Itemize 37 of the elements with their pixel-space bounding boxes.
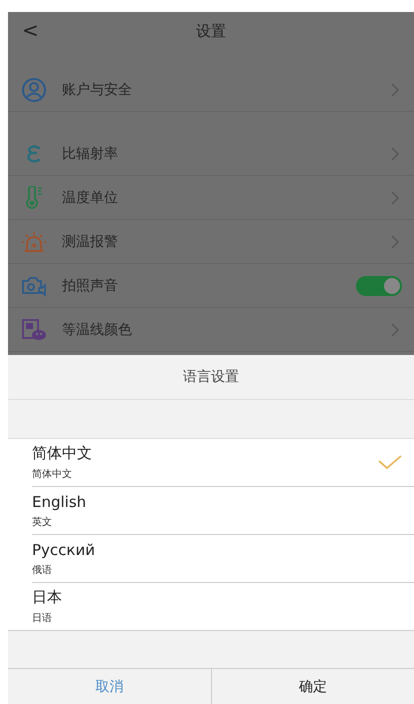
- page-title: 设置: [196, 22, 226, 40]
- language-option[interactable]: Русский 俄语: [32, 535, 414, 583]
- language-name: 日本: [32, 588, 62, 607]
- row-label: 账户与安全: [62, 80, 133, 98]
- language-option[interactable]: English 英文: [32, 487, 414, 535]
- language-subtitle: 简体中文: [32, 468, 72, 481]
- palette-icon: [21, 318, 47, 342]
- row-label: 温度单位: [62, 188, 119, 206]
- settings-row[interactable]: 等温线颜色: [8, 308, 414, 352]
- row-label: 拍照声音: [62, 276, 119, 294]
- camera-icon: [21, 274, 47, 296]
- language-subtitle: 俄语: [32, 564, 52, 576]
- language-name: Русский: [32, 540, 95, 558]
- language-subtitle: 日语: [32, 612, 52, 625]
- language-name: 简体中文: [32, 444, 92, 463]
- language-name: English: [32, 492, 86, 510]
- chevron-icon: [390, 234, 400, 248]
- thermometer-icon: [23, 186, 45, 210]
- chevron-icon: [390, 190, 400, 204]
- settings-row[interactable]: 比辐射率: [8, 132, 414, 176]
- chevron-icon: [390, 82, 400, 96]
- settings-row[interactable]: 测温报警: [8, 220, 414, 264]
- chevron-icon: [390, 322, 400, 336]
- language-option[interactable]: 简体中文 简体中文: [32, 439, 414, 487]
- row-label: 等温线颜色: [62, 320, 133, 338]
- sheet-title: 语言设置: [183, 368, 239, 386]
- settings-row[interactable]: 温度单位: [8, 176, 414, 220]
- user-icon: [21, 76, 47, 102]
- chevron-icon: [390, 146, 400, 160]
- row-label: 测温报警: [62, 232, 119, 250]
- settings-row[interactable]: 账户与安全: [8, 68, 414, 112]
- alarm-icon: [21, 230, 47, 252]
- language-subtitle: 英文: [32, 516, 52, 528]
- back-button[interactable]: <: [22, 18, 39, 42]
- settings-row[interactable]: 拍照声音: [8, 264, 414, 308]
- row-label: 比辐射率: [62, 144, 119, 162]
- toggle-switch[interactable]: [356, 276, 402, 296]
